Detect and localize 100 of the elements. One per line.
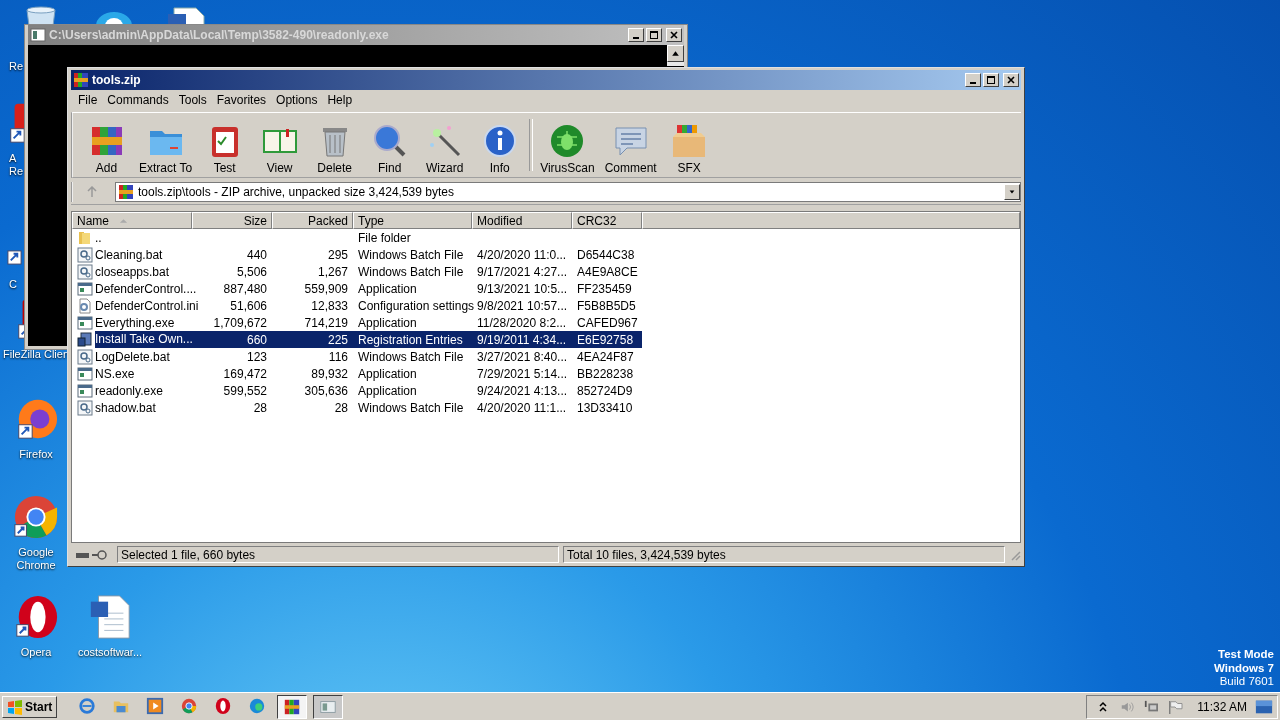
file-row[interactable]: Install Take Own... 660 225 Registration Entries 9/19/2011 4:34... E6E92758 [72,331,642,348]
table-cell-text: 4EA24F87 [576,349,635,364]
table-cell-text: 852724D9 [576,383,634,398]
toolbar-button[interactable]: View [252,123,308,175]
table-cell-text: 13D33410 [576,400,634,415]
table-cell-text: Windows Batch File [357,264,465,279]
file-row[interactable]: shadow.bat 28 28 Windows Batch File 4/20/2020 11:1... 13D33410 [72,399,642,416]
table-cell-text: 599,552 [222,383,268,398]
toolbar-button[interactable]: Extract To [134,123,198,175]
file-row[interactable]: readonly.exe 599,552 305,636 Application 9/24/2021 4:13... 852724D9 [72,382,642,399]
toolbar-button[interactable]: Comment [599,123,662,175]
edition-text: Test Mode [1218,648,1274,662]
path-field[interactable]: tools.zip\tools - ZIP archive, unpacked size 3,424,539 bytes [115,182,1021,202]
table-cell-text: 116 [327,349,349,364]
icon-label: Opera [20,646,52,659]
file-row[interactable]: closeapps.bat 5,506 1,267 Windows Batch File 9/17/2021 4:27... A4E9A8CE [72,263,642,280]
table-cell-text: Application [357,383,418,398]
table-cell-text: BB228238 [576,366,635,381]
column-header[interactable]: CRC32 [572,212,642,229]
toolbar-button[interactable]: Delete [307,123,363,175]
start-button[interactable]: Start [2,695,58,718]
table-cell-text: 9/13/2021 10:5... [476,281,569,296]
icon-label: A [9,152,17,165]
menu-item[interactable]: Tools [173,93,212,107]
table-cell-text: Windows Batch File [357,247,465,262]
window-title: tools.zip [92,73,142,87]
file-row[interactable]: DefenderControl.... 887,480 559,909 Application 9/13/2021 10:5... FF235459 [72,280,642,297]
file-row[interactable]: NS.exe 169,472 89,932 Application 7/29/2021 5:14... BB228238 [72,365,642,382]
icon-label: C [9,278,17,291]
toolbar-button[interactable]: Wizard [417,123,473,175]
table-cell-text: 295 [326,247,349,262]
table-cell-text: 169,472 [222,366,268,381]
icon-label: Chrome [16,559,56,572]
column-header[interactable]: Size [192,212,272,229]
table-cell: closeapps.bat [95,264,170,279]
table-cell-text: 12,833 [310,298,349,313]
column-header[interactable]: Packed [272,212,353,229]
table-cell-text: 440 [245,247,268,262]
table-cell-text: F5B8B5D5 [576,298,637,313]
column-header[interactable]: Modified [472,212,572,229]
menu-item[interactable]: Commands [102,93,174,107]
column-header[interactable]: Name [72,212,192,229]
table-cell-text: 11/28/2020 8:2... [476,315,568,330]
menu-item[interactable]: Options [271,93,323,107]
file-row[interactable]: Cleaning.bat 440 295 Windows Batch File 4/20/2020 11:0... D6544C38 [72,246,642,263]
clock[interactable]: 11:32 AM [1197,699,1247,714]
table-cell: Everything.exe [95,315,175,330]
toolbar-button[interactable]: VirusScan [535,123,600,175]
table-cell-text: 4/20/2020 11:1... [476,400,568,415]
table-cell-text: D6544C38 [576,247,636,262]
table-cell: LogDelete.bat [95,349,170,364]
table-cell-text: E6E92758 [576,332,635,347]
toolbar-button[interactable]: Test [197,123,253,175]
status-text: Selected 1 file, 660 bytes [117,546,559,563]
toolbar-button[interactable]: Add [79,123,134,175]
table-cell: DefenderControl.ini [95,298,199,313]
table-cell-text: 9/19/2011 4:34... [476,332,568,347]
table-cell-text: File folder [357,230,412,245]
menu-item[interactable]: File [73,93,103,107]
file-row[interactable]: LogDelete.bat 123 116 Windows Batch File 3/27/2021 8:40... 4EA24F87 [72,348,642,365]
table-cell-text: 305,636 [303,383,349,398]
table-cell-text: 5,506 [235,264,268,279]
table-cell-text: Windows Batch File [357,400,465,415]
table-cell-text: A4E9A8CE [576,264,639,279]
table-cell-text: FF235459 [576,281,633,296]
table-cell: readonly.exe [95,383,163,398]
table-cell-text: 660 [245,332,268,347]
table-cell-text: 1,267 [316,264,349,279]
toolbar-button[interactable]: Info [472,123,528,175]
table-cell-text: 3/27/2021 8:40... [476,349,569,364]
icon-label: Re [9,60,24,73]
icon-label: costsoftwar... [77,646,143,659]
table-cell-text: Registration Entries [357,332,464,347]
file-row[interactable]: .. File folder [72,229,642,246]
table-cell: DefenderControl.... [95,281,197,296]
table-cell-text: 28 [252,400,268,415]
path-text: tools.zip\tools - ZIP archive, unpacked size 3,424,539 bytes [138,185,455,199]
icon-label: Re [9,165,24,178]
table-cell-text: Application [357,281,418,296]
table-cell: Cleaning.bat [95,247,163,262]
toolbar-button[interactable]: Find [362,123,418,175]
menu-item[interactable]: Help [322,93,358,107]
icon-label: Firefox [19,448,53,461]
table-cell: .. [95,230,102,245]
toolbar-button[interactable]: SFX [661,123,717,175]
file-row[interactable]: DefenderControl.ini 51,606 12,833 Configuration settings 9/8/2021 10:57... F5B8B5D5 [72,297,642,314]
table-cell-text: Windows Batch File [357,349,465,364]
edition-text: Windows 7 [1214,661,1274,675]
table-cell-text: 714,219 [303,315,349,330]
file-row[interactable]: Everything.exe 1,709,672 714,219 Application 11/28/2020 8:2... CAFED967 [72,314,642,331]
table-cell-text: 4/20/2020 11:0... [476,247,568,262]
table-cell-text: Application [357,315,418,330]
table-cell-text: 89,932 [310,366,349,381]
window-title: C:\Users\admin\AppData\Local\Temp\3582-490\readonly.exe [49,28,390,42]
table-cell-text: 123 [245,349,268,364]
column-header[interactable]: Type [353,212,472,229]
menu-item[interactable]: Favorites [211,93,272,107]
table-cell-text: Configuration settings [357,298,472,313]
table-cell-text: CAFED967 [576,315,639,330]
table-cell-text: 559,909 [303,281,349,296]
